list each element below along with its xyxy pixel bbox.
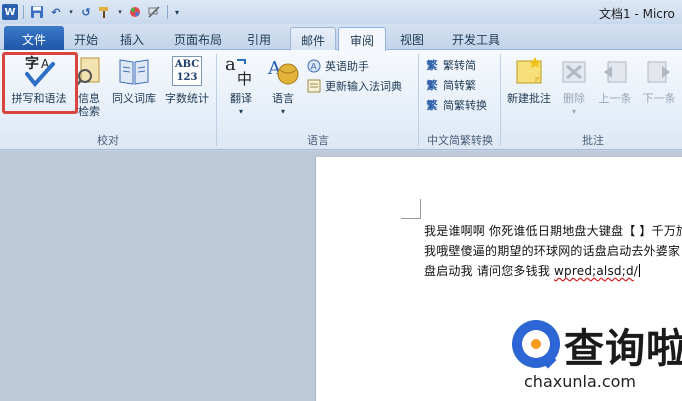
customize-qat-icon[interactable]: ▾ xyxy=(173,4,181,20)
watermark-url: chaxunla.com xyxy=(524,372,636,391)
language-label: 语言 xyxy=(272,92,294,105)
thesaurus-button[interactable]: 同义词库 xyxy=(108,54,160,128)
next-comment-icon xyxy=(641,54,677,88)
previous-comment-label: 上一条 xyxy=(598,92,632,105)
color-icon[interactable] xyxy=(127,4,143,20)
language-button[interactable]: A 语言 ▾ xyxy=(264,54,302,128)
svg-text:A: A xyxy=(311,63,318,73)
quick-access-toolbar: W ↶ ▾ ↺ ▾ ▾ xyxy=(2,3,181,21)
update-ime-dictionary-button[interactable]: 更新输入法词典 xyxy=(306,77,402,95)
research-label-line1: 信息 xyxy=(78,92,100,105)
separator xyxy=(23,5,24,19)
word-count-button[interactable]: ABC 123 字数统计 xyxy=(162,54,212,128)
english-assistant-button[interactable]: A 英语助手 xyxy=(306,57,369,75)
document-line-3-suffix: / xyxy=(633,264,639,278)
save-icon[interactable] xyxy=(29,4,45,20)
undo-dropdown-icon[interactable]: ▾ xyxy=(67,4,75,20)
translate-icon: a中 xyxy=(223,54,259,88)
translate-label: 翻译 xyxy=(230,92,252,105)
english-assistant-label: 英语助手 xyxy=(325,60,369,73)
simplified-to-traditional-icon: 繁 xyxy=(426,79,438,92)
group-label-chinese-conversion: 中文简繁转换 xyxy=(427,134,493,147)
new-comment-icon xyxy=(511,54,547,88)
misspelled-word[interactable]: wpred;alsd;d xyxy=(554,264,634,278)
delete-dropdown-icon[interactable]: ▾ xyxy=(556,105,592,118)
tab-page-layout[interactable]: 页面布局 xyxy=(168,27,228,50)
undo-icon[interactable]: ↶ xyxy=(48,4,64,20)
group-label-language: 语言 xyxy=(307,134,329,147)
simplified-to-traditional-button[interactable]: 繁 简转繁 xyxy=(424,76,477,94)
document-line-1[interactable]: 我是谁啊啊 你死谁低日期地盘大键盘【 】千万旅 xyxy=(424,222,682,239)
traditional-to-simplified-label: 繁转简 xyxy=(443,59,476,72)
tab-references[interactable]: 引用 xyxy=(240,27,278,50)
redo-icon[interactable]: ↺ xyxy=(78,4,94,20)
svg-text:中: 中 xyxy=(237,70,252,88)
language-globe-icon: A xyxy=(265,54,301,88)
simp-trad-conversion-icon: 繁 xyxy=(426,99,438,112)
translate-dropdown-icon[interactable]: ▾ xyxy=(220,105,262,118)
update-dictionary-icon xyxy=(306,78,322,94)
ribbon-tabs: 文件 开始 插入 页面布局 引用 邮件 审阅 视图 开发工具 xyxy=(0,24,682,51)
simplified-to-traditional-label: 简转繁 xyxy=(443,79,476,92)
traditional-to-simplified-button[interactable]: 繁 繁转简 xyxy=(424,56,477,74)
next-comment-button[interactable]: 下一条 xyxy=(638,54,680,128)
watermark: 查询啦 chaxunla.com xyxy=(512,316,682,391)
tab-file[interactable]: 文件 xyxy=(4,26,64,50)
word-count-icon: ABC 123 xyxy=(169,54,205,88)
research-icon xyxy=(75,54,103,88)
group-label-comments: 批注 xyxy=(582,134,604,147)
research-label-line2: 检索 xyxy=(78,105,100,118)
group-label-proofing: 校对 xyxy=(97,134,119,147)
thesaurus-label: 同义词库 xyxy=(112,92,156,105)
draw-icon[interactable] xyxy=(146,4,162,20)
document-line-2[interactable]: 我哦壁傻逼的期望的环球网的话盘启动去外婆家 xyxy=(424,242,680,259)
separator xyxy=(167,5,168,19)
simp-trad-conversion-button[interactable]: 繁 简繁转换 xyxy=(424,96,488,114)
format-dropdown-icon[interactable]: ▾ xyxy=(116,4,124,20)
traditional-to-simplified-icon: 繁 xyxy=(426,59,438,72)
word-app-icon[interactable]: W xyxy=(2,4,18,20)
new-comment-label: 新建批注 xyxy=(507,92,551,105)
delete-comment-button[interactable]: 删除 ▾ xyxy=(556,54,592,128)
word-count-label: 字数统计 xyxy=(165,92,209,105)
new-comment-button[interactable]: 新建批注 xyxy=(504,54,554,128)
tab-mailings[interactable]: 邮件 xyxy=(290,27,336,50)
watermark-logo-dot xyxy=(531,339,541,349)
title-bar: W ↶ ▾ ↺ ▾ ▾ 文档1 - Micro xyxy=(0,0,682,24)
translate-button[interactable]: a中 翻译 ▾ xyxy=(220,54,262,128)
document-line-3-text: 盘启动我 请问您多钱我 xyxy=(424,264,555,278)
tab-developer[interactable]: 开发工具 xyxy=(444,27,508,50)
page-margin-marker xyxy=(401,199,421,219)
previous-comment-button[interactable]: 上一条 xyxy=(594,54,636,128)
format-painter-icon[interactable] xyxy=(97,4,113,20)
language-dropdown-icon[interactable]: ▾ xyxy=(264,105,302,118)
research-button[interactable]: 信息 检索 xyxy=(74,54,104,128)
delete-comment-icon xyxy=(556,54,592,88)
update-ime-dictionary-label: 更新输入法词典 xyxy=(325,80,402,93)
thesaurus-book-icon xyxy=(116,54,152,88)
svg-text:a: a xyxy=(225,54,236,75)
window-title: 文档1 - Micro xyxy=(599,7,675,21)
spelling-button-highlight xyxy=(2,52,78,114)
document-line-3[interactable]: 盘启动我 请问您多钱我 wpred;alsd;d/ xyxy=(424,262,641,279)
ribbon-panel: 字A 拼写和语法 信息 检索 同义词库 ABC 123 字数统计 校对 a中 翻… xyxy=(0,50,682,150)
text-cursor xyxy=(639,264,641,277)
tab-review[interactable]: 审阅 xyxy=(338,27,386,51)
group-separator xyxy=(418,54,419,146)
tab-home[interactable]: 开始 xyxy=(66,27,106,50)
tab-view[interactable]: 视图 xyxy=(392,27,432,50)
tab-insert[interactable]: 插入 xyxy=(112,27,152,50)
delete-comment-label: 删除 xyxy=(563,92,585,105)
word-count-icon-text: ABC 123 xyxy=(172,56,202,86)
group-separator xyxy=(216,54,217,146)
simp-trad-conversion-label: 简繁转换 xyxy=(443,99,487,112)
next-comment-label: 下一条 xyxy=(642,92,676,105)
watermark-text: 查询啦 xyxy=(564,326,682,372)
previous-comment-icon xyxy=(597,54,633,88)
english-assistant-icon: A xyxy=(306,58,322,74)
group-separator xyxy=(500,54,501,146)
